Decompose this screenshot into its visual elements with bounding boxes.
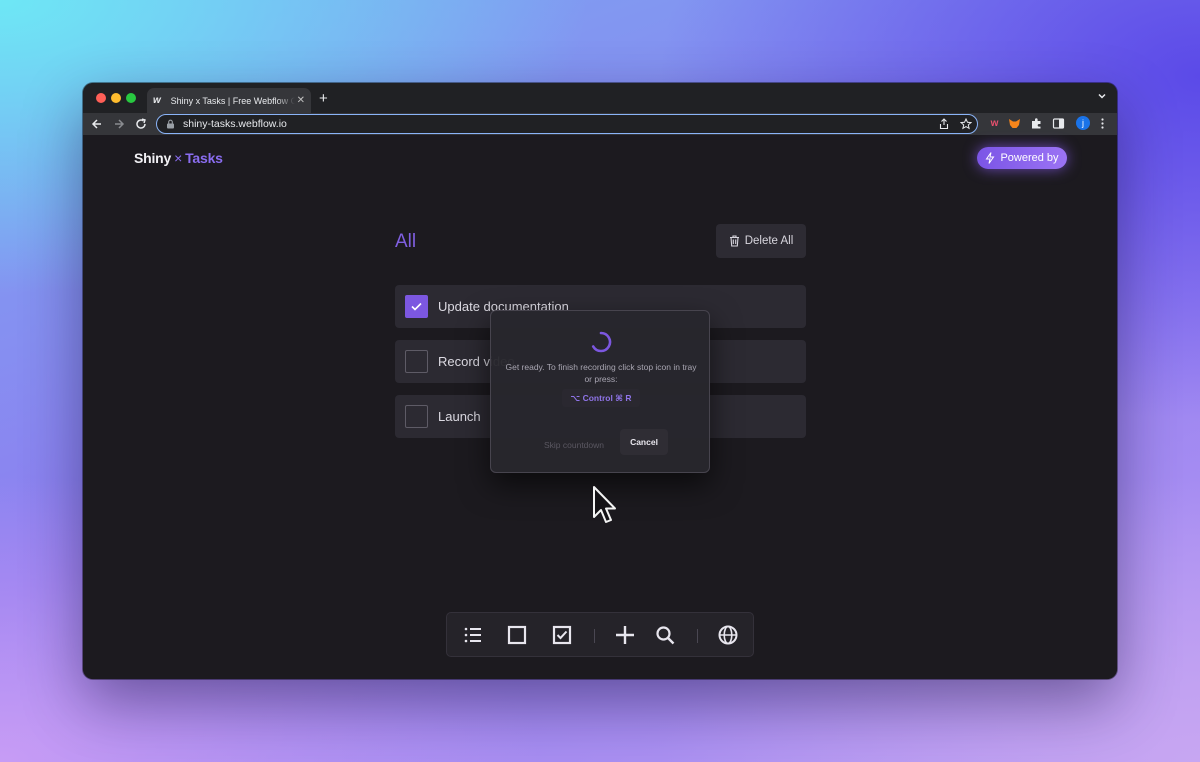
minimize-window-button[interactable]	[111, 93, 121, 103]
close-window-button[interactable]	[96, 93, 106, 103]
maximize-window-button[interactable]	[126, 93, 136, 103]
browser-window: w Shiny x Tasks | Free Webflow C ✕ + shi…	[83, 83, 1117, 679]
delete-all-button[interactable]: Delete All	[716, 224, 806, 258]
address-bar[interactable]: shiny-tasks.webflow.io	[156, 114, 978, 134]
tab-title: Shiny x Tasks | Free Webflow C	[170, 95, 295, 106]
cancel-button[interactable]: Cancel	[620, 429, 668, 455]
reload-icon[interactable]	[133, 115, 149, 133]
brand-shiny: Shiny	[134, 150, 172, 166]
puzzle-icon[interactable]	[1030, 117, 1043, 130]
webflow-w-icon[interactable]: w	[988, 117, 1001, 130]
keyboard-shortcut: ⌥ Control ⌘ R	[562, 389, 640, 407]
dock-divider	[594, 629, 595, 643]
sidebar-icon[interactable]	[1052, 117, 1065, 130]
kebab-menu-icon[interactable]	[1096, 117, 1109, 130]
brand-x: ×	[174, 150, 183, 166]
brand-tasks: Tasks	[185, 150, 223, 166]
forward-arrow-icon[interactable]	[111, 115, 127, 133]
bottom-toolbar	[446, 612, 754, 657]
square-icon[interactable]	[506, 624, 528, 646]
browser-tab[interactable]: w Shiny x Tasks | Free Webflow C ✕	[147, 88, 311, 113]
recording-countdown-modal: Get ready. To finish recording click sto…	[490, 310, 710, 473]
delete-all-label: Delete All	[744, 235, 794, 247]
powered-by-label: Powered by	[1000, 152, 1059, 164]
powered-by-button[interactable]: Powered by	[977, 147, 1067, 169]
task-label: Launch	[438, 409, 481, 424]
checked-square-icon[interactable]	[551, 624, 573, 646]
lock-icon	[167, 119, 174, 129]
trash-icon	[729, 235, 739, 247]
share-icon[interactable]	[938, 118, 950, 130]
new-tab-button[interactable]: +	[319, 90, 328, 107]
page-title: All	[395, 231, 417, 252]
tab-strip: w Shiny x Tasks | Free Webflow C ✕ +	[83, 83, 1117, 113]
profile-avatar[interactable]: j	[1076, 116, 1090, 130]
dock-divider	[697, 629, 698, 643]
recording-message: Get ready. To finish recording click sto…	[505, 362, 697, 384]
brand-logo[interactable]: Shiny × Tasks	[134, 150, 223, 166]
tab-close-icon[interactable]: ✕	[297, 95, 305, 106]
url-text: shiny-tasks.webflow.io	[183, 118, 287, 130]
list-icon[interactable]	[462, 624, 484, 646]
task-checkbox[interactable]	[405, 295, 428, 318]
task-checkbox[interactable]	[405, 350, 428, 373]
chevron-down-icon[interactable]	[1097, 91, 1107, 101]
browser-toolbar: shiny-tasks.webflow.io w j	[83, 113, 1117, 135]
checkmark-icon	[411, 302, 422, 311]
metamask-fox-icon[interactable]	[1008, 117, 1021, 130]
page-content: Shiny × Tasks Powered by All Delete All Up…	[83, 135, 1117, 679]
globe-icon[interactable]	[717, 624, 739, 646]
loading-spinner-icon	[591, 331, 612, 353]
star-icon[interactable]	[960, 118, 972, 130]
task-checkbox[interactable]	[405, 405, 428, 428]
webflow-favicon-icon: w	[153, 95, 161, 106]
skip-countdown-button[interactable]: Skip countdown	[538, 433, 610, 457]
plus-icon[interactable]	[614, 624, 636, 646]
search-icon[interactable]	[654, 624, 676, 646]
lightning-icon	[985, 152, 995, 164]
back-arrow-icon[interactable]	[89, 115, 105, 133]
mouse-cursor-icon	[593, 486, 616, 523]
